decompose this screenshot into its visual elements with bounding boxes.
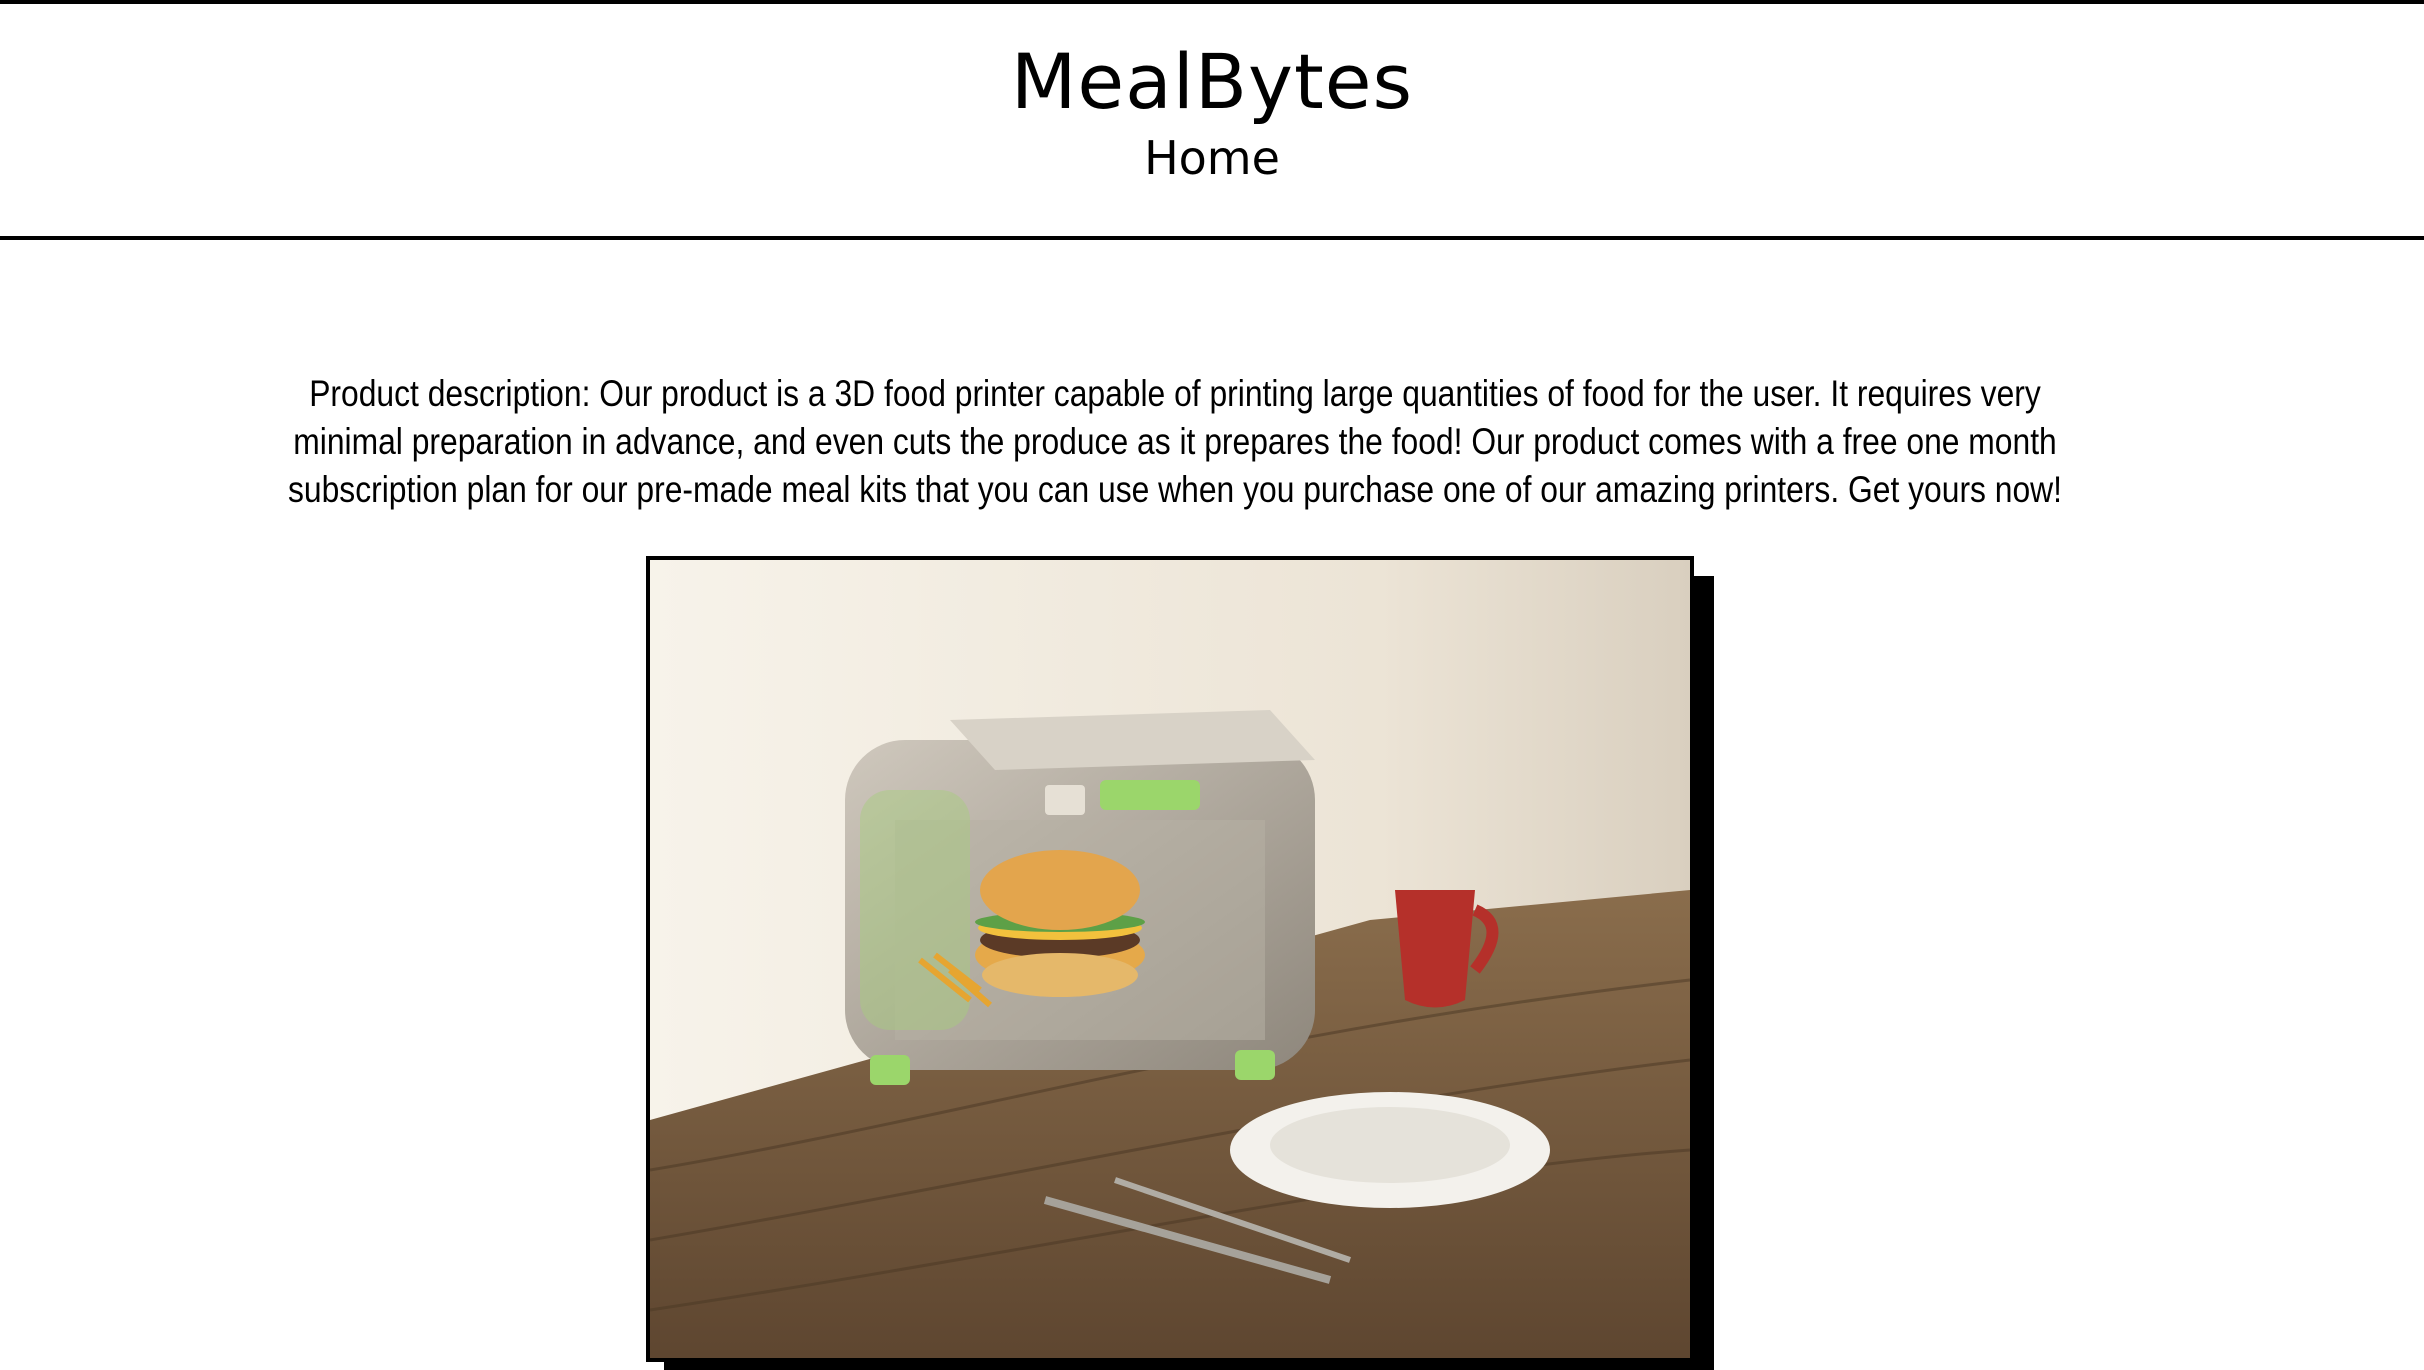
product-description: Product description: Our product is a 3D… [287, 373, 2063, 510]
nav-home-link[interactable]: Home [1144, 131, 1280, 185]
product-image [646, 556, 1694, 1362]
brand-title: MealBytes [1010, 37, 1414, 126]
nav-home-wrapper: Home [0, 128, 2424, 188]
site-header: MealBytes Home [0, 0, 2424, 240]
page: MealBytes Home Product description: Our … [0, 0, 2424, 1370]
